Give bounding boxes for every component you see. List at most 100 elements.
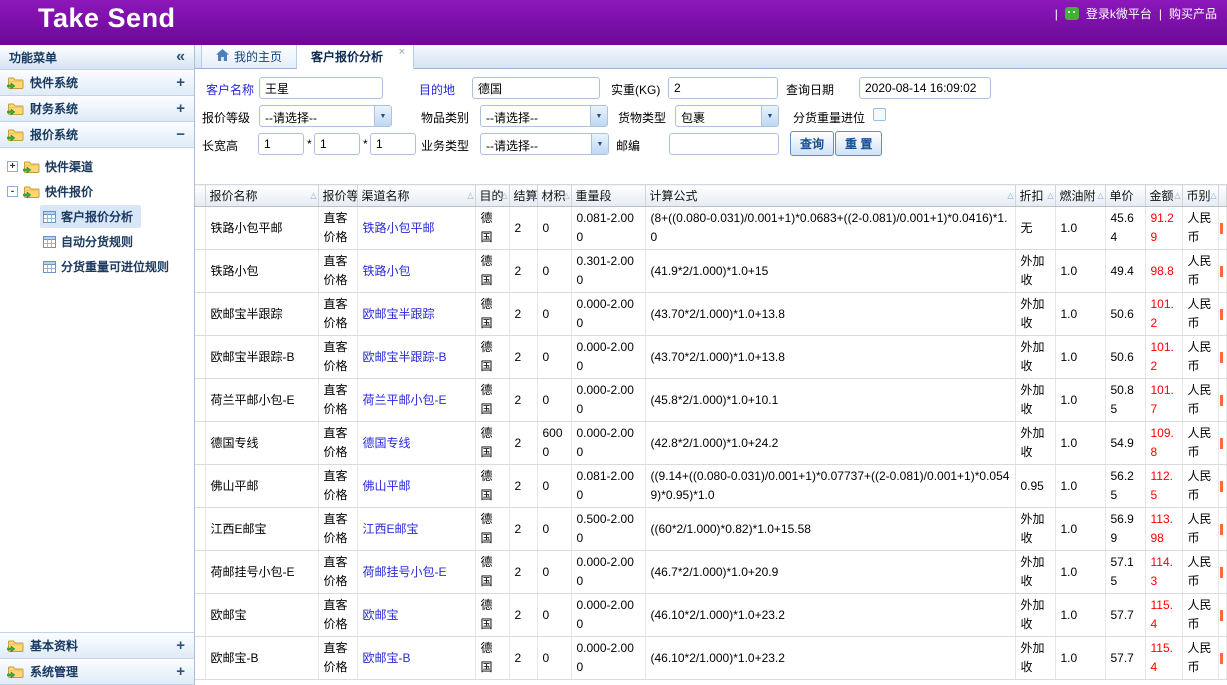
column-header-计算公式[interactable]: 计算公式△ [645,185,1015,207]
channel-link[interactable]: 江西E邮宝 [363,522,419,536]
cell-weight_range: 0.500-2.000 [571,508,645,551]
chevron-down-icon[interactable]: ▼ [374,106,391,126]
column-header-金额[interactable]: 金额△ [1145,185,1182,207]
channel-link[interactable]: 铁路小包 [363,264,411,278]
column-header-报价等[interactable]: 报价等 [318,185,357,207]
login-kwei-link[interactable]: 登录k微平台 [1086,5,1152,22]
tree-expander-icon[interactable]: - [7,186,18,197]
channel-link[interactable]: 荷邮挂号小包-E [363,565,447,579]
expand-toggle-icon[interactable]: − [176,129,185,141]
channel-link[interactable]: 欧邮宝 [363,608,399,622]
chevron-down-icon[interactable]: ▼ [591,134,608,154]
tab-customer-quote-analysis[interactable]: 客户报价分析 × [297,45,414,69]
tree-expander-icon[interactable]: + [7,161,18,172]
weight-input[interactable] [668,77,778,99]
tree-branch-快件渠道[interactable]: +快件渠道 [0,154,194,179]
quote-row[interactable]: 欧邮宝半跟踪直客价格欧邮宝半跟踪德国200.000-2.000(43.70*2/… [195,293,1226,336]
sidebar-section-快件系统[interactable]: 快件系统+ [0,70,194,96]
cell-currency: 人民币 [1182,293,1218,336]
quote-row[interactable]: 江西E邮宝直客价格江西E邮宝德国200.500-2.000((60*2/1.00… [195,508,1226,551]
collapse-sidebar-icon[interactable]: « [176,51,185,63]
cell-fuel: 1.0 [1055,508,1105,551]
cell-amount: 112.5 [1145,465,1182,508]
quotes-table: 报价名称△报价等渠道名称△目的△结算△材积△重量段计算公式△折扣△燃油附△单价金… [195,184,1227,680]
quote-row[interactable]: 铁路小包平邮直客价格铁路小包平邮德国200.081-2.000(8+((0.08… [195,207,1226,250]
sidebar-section-系统管理[interactable]: 系统管理+ [0,659,194,685]
cell-name: 欧邮宝半跟踪 [205,293,318,336]
chevron-down-icon[interactable]: ▼ [590,106,607,126]
sort-icon: △ [1174,191,1180,200]
column-header-渠道名称[interactable]: 渠道名称△ [357,185,475,207]
column-header-结算[interactable]: 结算△ [509,185,537,207]
main-area: 我的主页 客户报价分析 × 客户名称 目的地 实重(KG) 查询日期 [195,45,1227,685]
buy-product-link[interactable]: 购买产品 [1169,5,1217,22]
quote-level-select[interactable]: --请选择-- ▼ [259,105,392,127]
query-button[interactable]: 查询 [790,131,834,156]
tree-item-自动分货规则[interactable]: 自动分货规则 [0,229,194,254]
item-category-select[interactable]: --请选择-- ▼ [480,105,608,127]
quote-row[interactable]: 荷兰平邮小包-E直客价格荷兰平邮小包-E德国200.000-2.000(45.8… [195,379,1226,422]
query-date-input[interactable] [859,77,991,99]
channel-link[interactable]: 荷兰平邮小包-E [363,393,447,407]
expand-toggle-icon[interactable]: + [176,103,185,115]
sidebar-section-报价系统[interactable]: 报价系统− [0,122,194,148]
cell-spacer [195,250,205,293]
column-header-币别[interactable]: 币别△ [1182,185,1218,207]
tab-my-home[interactable]: 我的主页 [201,45,297,68]
tree-item-inner[interactable]: 客户报价分析 [40,205,141,228]
column-header-报价名称[interactable]: 报价名称△ [205,185,318,207]
cell-formula: (43.70*2/1.000)*1.0+13.8 [645,336,1015,379]
expand-toggle-icon[interactable]: + [176,77,185,89]
quote-row[interactable]: 德国专线直客价格德国专线德国260000.000-2.000(42.8*2/1.… [195,422,1226,465]
destination-input[interactable] [472,77,600,99]
expand-toggle-icon[interactable]: + [176,640,185,652]
length-input[interactable] [258,133,304,155]
quote-row[interactable]: 佛山平邮直客价格佛山平邮德国200.081-2.000((9.14+((0.08… [195,465,1226,508]
reset-button[interactable]: 重 置 [835,131,882,156]
height-input[interactable] [370,133,416,155]
tree-item-客户报价分析[interactable]: 客户报价分析 [0,204,194,229]
chevron-down-icon[interactable]: ▼ [761,106,778,126]
cell-grade: 直客价格 [318,465,357,508]
cargo-type-select[interactable]: 包裹 ▼ [675,105,779,127]
tree-item-inner[interactable]: 自动分货规则 [40,230,141,253]
channel-link[interactable]: 欧邮宝-B [363,651,411,665]
cell-name: 欧邮宝-B [205,637,318,680]
tree-branch-快件报价[interactable]: -快件报价 [0,179,194,204]
quote-row[interactable]: 欧邮宝半跟踪-B直客价格欧邮宝半跟踪-B德国200.000-2.000(43.7… [195,336,1226,379]
column-header-目的[interactable]: 目的△ [475,185,509,207]
business-type-select[interactable]: --请选择-- ▼ [480,133,609,155]
grid-icon [43,261,56,273]
cell-spacer [1218,207,1226,250]
quote-row[interactable]: 欧邮宝直客价格欧邮宝德国200.000-2.000(46.10*2/1.000)… [195,594,1226,637]
tree-item-分货重量可进位规则[interactable]: 分货重量可进位规则 [0,254,194,279]
quote-row[interactable]: 铁路小包直客价格铁路小包德国200.301-2.000(41.9*2/1.000… [195,250,1226,293]
channel-link[interactable]: 佛山平邮 [363,479,411,493]
channel-link[interactable]: 欧邮宝半跟踪-B [363,350,447,364]
column-header-label: 金额 [1150,189,1174,203]
customer-name-input[interactable] [259,77,383,99]
split-weight-carry-checkbox[interactable] [873,108,886,121]
close-icon[interactable]: × [399,46,405,58]
column-header-材积[interactable]: 材积△ [537,185,571,207]
channel-link[interactable]: 欧邮宝半跟踪 [363,307,435,321]
channel-link[interactable]: 德国专线 [363,436,411,450]
quote-row[interactable]: 欧邮宝-B直客价格欧邮宝-B德国200.000-2.000(46.10*2/1.… [195,637,1226,680]
channel-link[interactable]: 铁路小包平邮 [363,221,435,235]
cell-amount: 109.8 [1145,422,1182,465]
sort-icon: △ [1097,191,1103,200]
cell-channel: 欧邮宝半跟踪 [357,293,475,336]
column-header-折扣[interactable]: 折扣△ [1015,185,1055,207]
expand-toggle-icon[interactable]: + [176,666,185,678]
content-panel: 客户名称 目的地 实重(KG) 查询日期 报价等级 --请选择-- ▼ 物品类别 [195,69,1227,685]
sidebar-section-基本资料[interactable]: 基本资料+ [0,633,194,659]
clipped-next-column [1220,567,1223,578]
column-header-重量段[interactable]: 重量段 [571,185,645,207]
tree-item-inner[interactable]: 分货重量可进位规则 [40,255,177,278]
sidebar-section-财务系统[interactable]: 财务系统+ [0,96,194,122]
width-input[interactable] [314,133,360,155]
column-header-燃油附[interactable]: 燃油附△ [1055,185,1105,207]
postcode-input[interactable] [669,133,779,155]
quote-row[interactable]: 荷邮挂号小包-E直客价格荷邮挂号小包-E德国200.000-2.000(46.7… [195,551,1226,594]
column-header-单价[interactable]: 单价 [1105,185,1145,207]
